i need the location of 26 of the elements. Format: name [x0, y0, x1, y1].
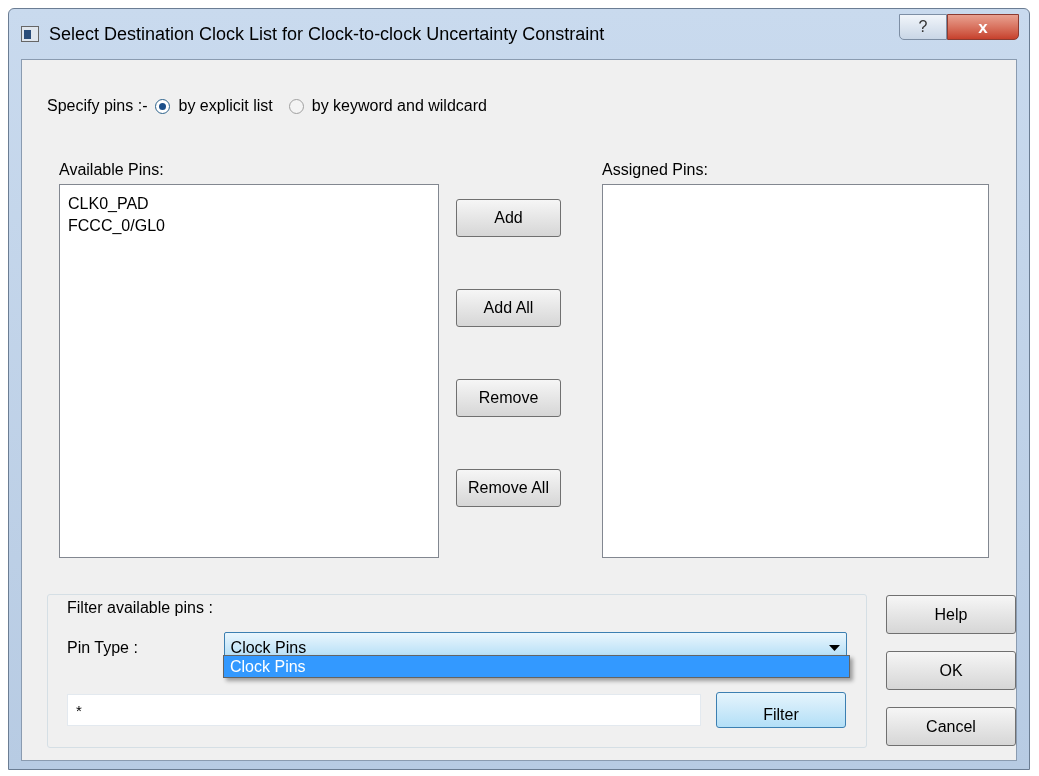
help-button[interactable]: ?: [899, 14, 947, 40]
dialog-button[interactable]: Add All: [456, 289, 561, 327]
radio-label[interactable]: by keyword and wildcard: [311, 94, 487, 118]
filter-pattern-field[interactable]: *: [67, 694, 701, 726]
dialog-button[interactable]: Remove: [456, 379, 561, 417]
dropdown-arrow-icon: [829, 645, 840, 651]
dialog-button[interactable]: Remove All: [456, 469, 561, 507]
list-item[interactable]: FCCC_0/GL0: [68, 215, 165, 237]
list-label: Assigned Pins:: [602, 160, 709, 176]
app-icon: [21, 26, 39, 42]
group-label: Filter available pins :: [67, 598, 214, 618]
assigned-pins-list[interactable]: [602, 184, 989, 558]
list-item[interactable]: CLK0_PAD: [68, 193, 149, 215]
list-label: Available Pins:: [59, 160, 165, 176]
filter-button[interactable]: Filter: [716, 692, 846, 728]
dialog-button[interactable]: OK: [886, 651, 1016, 690]
radio-button[interactable]: [288, 98, 304, 114]
specify-pins-label: Specify pins :-: [47, 96, 148, 116]
window-title: Select Destination Clock List for Clock-to-clock Uncertainty Constraint: [49, 22, 605, 46]
pin-type-label: Pin Type :: [67, 638, 139, 658]
radio-label[interactable]: by explicit list: [178, 94, 273, 118]
dialog-button[interactable]: Cancel: [886, 707, 1016, 746]
dialog-button[interactable]: Add: [456, 199, 561, 237]
dialog-button[interactable]: Help: [886, 595, 1016, 634]
radio-button[interactable]: [155, 98, 171, 114]
available-pins-list[interactable]: CLK0_PAD FCCC_0/GL0: [59, 184, 439, 558]
